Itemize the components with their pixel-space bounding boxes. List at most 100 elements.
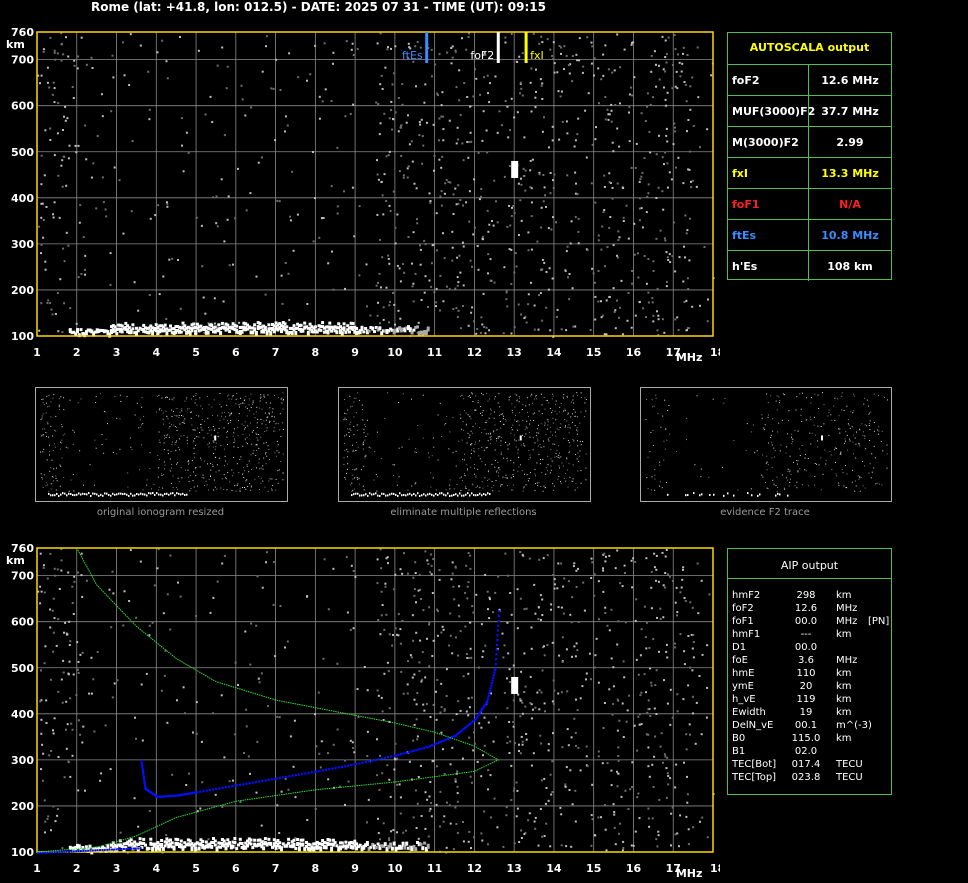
thumb-dot xyxy=(40,419,42,421)
thumb-dot xyxy=(529,454,531,456)
thumb-dot xyxy=(500,451,502,453)
thumb-dot xyxy=(511,409,513,411)
thumb-dot xyxy=(568,424,570,426)
noise-dot xyxy=(77,144,80,147)
noise-dot xyxy=(616,127,619,130)
thumb-dot xyxy=(186,436,188,438)
noise-dot xyxy=(234,217,237,220)
noise-dot xyxy=(446,285,448,288)
thumb-dot xyxy=(198,436,200,438)
thumb-dot xyxy=(266,430,268,432)
noise-dot xyxy=(457,700,460,703)
thumb-dot xyxy=(239,490,241,492)
profile-point xyxy=(94,849,97,852)
es-echo xyxy=(136,329,140,333)
noise-dot xyxy=(442,139,445,142)
noise-dot xyxy=(498,110,501,113)
noise-dot xyxy=(44,820,47,823)
thumb-trace xyxy=(391,492,393,495)
noise-dot xyxy=(551,139,554,142)
noise-dot xyxy=(46,577,49,580)
thumb-dot xyxy=(814,463,816,464)
thumb-trace xyxy=(100,493,102,496)
noise-dot xyxy=(274,655,277,658)
noise-dot xyxy=(57,330,60,333)
profile-point xyxy=(239,783,242,786)
noise-dot xyxy=(468,830,471,833)
noise-dot xyxy=(376,314,379,317)
thumb-dot xyxy=(455,450,457,452)
noise-dot xyxy=(671,64,674,66)
noise-dot xyxy=(163,674,166,677)
thumb-dot xyxy=(572,464,574,466)
noise-dot xyxy=(424,275,427,278)
noise-dot xyxy=(356,688,359,691)
noise-dot xyxy=(168,258,171,261)
thumb-dot xyxy=(517,420,519,422)
noise-dot xyxy=(122,41,125,44)
noise-dot xyxy=(675,166,677,169)
thumb-dot xyxy=(510,432,512,434)
autoscala-row: ftEs 10.8 MHz xyxy=(728,219,891,250)
noise-dot xyxy=(648,825,651,828)
noise-dots xyxy=(37,548,715,854)
thumb-dot xyxy=(538,482,540,484)
thumb-dot xyxy=(886,467,888,469)
thumb-dot xyxy=(855,457,857,459)
noise-dot xyxy=(151,621,154,624)
noise-dot xyxy=(650,570,653,573)
aip-row: Ewidth 19 km xyxy=(732,707,887,719)
noise-dot xyxy=(118,179,121,182)
thumb-dot xyxy=(463,459,465,461)
noise-dot xyxy=(88,692,91,695)
thumb-dot xyxy=(843,442,845,444)
noise-dot xyxy=(503,644,506,647)
noise-dot xyxy=(123,590,126,593)
thumb-dot xyxy=(43,434,45,436)
thumb-dot xyxy=(384,417,386,419)
noise-dot xyxy=(569,613,572,616)
thumb-dot xyxy=(344,417,346,419)
thumb-dot xyxy=(473,447,475,449)
noise-dot xyxy=(255,791,258,794)
noise-dot xyxy=(608,296,611,298)
noise-dot xyxy=(162,275,165,278)
profile-point xyxy=(437,741,440,744)
noise-dot xyxy=(574,789,577,792)
noise-dot xyxy=(467,697,470,700)
thumb-dot xyxy=(882,450,884,452)
thumb-dot xyxy=(58,406,60,408)
noise-dot xyxy=(616,182,619,185)
thumb-dot xyxy=(460,417,462,419)
noise-dot xyxy=(434,63,437,66)
noise-dot xyxy=(638,301,641,304)
autoscala-row: MUF(3000)F2 37.7 MHz xyxy=(728,95,891,126)
noise-dot xyxy=(454,780,457,783)
x-tick-label: 2 xyxy=(73,346,81,359)
noise-dot xyxy=(646,92,649,95)
noise-dot xyxy=(629,788,632,791)
noise-dot xyxy=(533,820,536,823)
noise-dot xyxy=(590,182,593,185)
noise-dot xyxy=(538,42,541,45)
noise-dot xyxy=(40,302,43,305)
noise-dot xyxy=(481,323,484,326)
es-echo xyxy=(195,322,199,326)
noise-dot xyxy=(570,736,573,739)
aip-value: 20 xyxy=(799,681,813,692)
noise-dot xyxy=(701,816,704,819)
thumb-dot xyxy=(859,429,861,431)
thumb-dot xyxy=(799,448,801,450)
thumb-dot xyxy=(560,456,562,458)
noise-dot xyxy=(544,710,546,713)
profile-point xyxy=(65,850,68,853)
noise-dot xyxy=(574,215,577,218)
thumb-dot xyxy=(259,489,260,490)
thumb-dot xyxy=(282,408,284,410)
thumb-dot xyxy=(162,412,164,414)
noise-dot xyxy=(377,281,379,284)
es-echo xyxy=(249,838,253,842)
noise-dot xyxy=(645,211,648,214)
noise-dot xyxy=(212,712,215,715)
noise-dot xyxy=(575,53,578,56)
